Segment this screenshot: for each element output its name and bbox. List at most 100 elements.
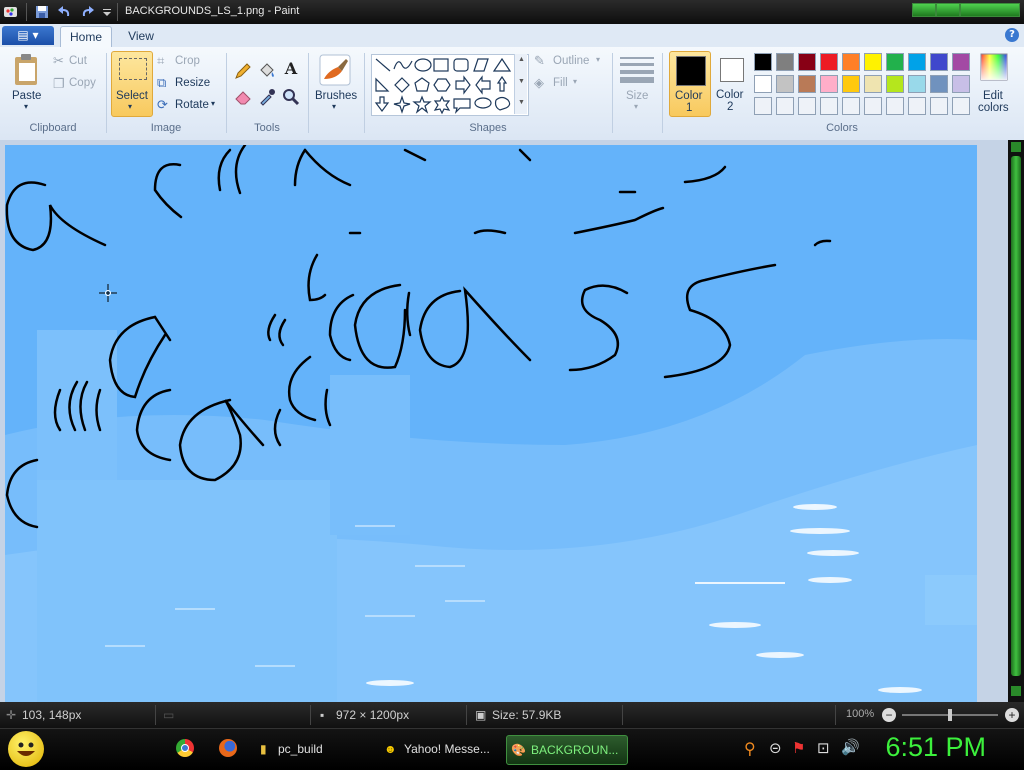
taskbar-item-yahoo-messenger[interactable]: ☻ Yahoo! Messe... bbox=[380, 735, 498, 763]
palette-swatch[interactable] bbox=[864, 53, 882, 71]
scrollbar-thumb[interactable] bbox=[1011, 156, 1021, 676]
save-icon[interactable] bbox=[34, 4, 50, 20]
messenger-tray-icon[interactable]: ⊝ bbox=[769, 739, 782, 757]
chrome-icon[interactable] bbox=[176, 739, 194, 757]
palette-swatch[interactable] bbox=[952, 75, 970, 93]
palette-swatch[interactable] bbox=[952, 97, 970, 115]
action-center-flag-icon[interactable]: ⚑ bbox=[792, 739, 805, 757]
palette-swatch[interactable] bbox=[754, 75, 772, 93]
canvas-workspace[interactable] bbox=[0, 140, 1008, 702]
paste-dropdown-icon[interactable]: ▾ bbox=[24, 102, 28, 111]
palette-swatch[interactable] bbox=[776, 53, 794, 71]
palette-swatch[interactable] bbox=[886, 53, 904, 71]
scroll-up-icon[interactable] bbox=[1011, 142, 1021, 152]
select-button[interactable]: Select ▾ bbox=[111, 51, 153, 117]
size-icon[interactable] bbox=[620, 55, 654, 83]
volume-icon[interactable]: 🔊 bbox=[841, 738, 860, 756]
chevron-down-icon[interactable]: ▼ bbox=[518, 78, 525, 85]
palette-swatch[interactable] bbox=[776, 97, 794, 115]
color2-button[interactable]: Color 2 bbox=[711, 51, 751, 115]
tab-view[interactable]: View bbox=[118, 26, 164, 47]
drawing-canvas[interactable] bbox=[5, 145, 977, 702]
palette-swatch[interactable] bbox=[798, 97, 816, 115]
scroll-down-icon[interactable] bbox=[1011, 686, 1021, 696]
customize-qa-dropdown-icon[interactable] bbox=[99, 4, 115, 20]
fill-bucket-icon[interactable] bbox=[257, 61, 277, 81]
edit-colors-label-2[interactable]: colors bbox=[978, 102, 1009, 114]
brushes-button[interactable]: Brushes bbox=[315, 90, 357, 102]
fill-button[interactable]: Fill bbox=[553, 77, 568, 89]
palette-swatch[interactable] bbox=[886, 97, 904, 115]
palette-swatch[interactable] bbox=[798, 53, 816, 71]
zoom-out-button[interactable]: − bbox=[882, 708, 896, 722]
palette-swatch[interactable] bbox=[930, 75, 948, 93]
chevron-up-icon[interactable]: ▲ bbox=[518, 56, 525, 63]
palette-swatch[interactable] bbox=[908, 75, 926, 93]
palette-swatch[interactable] bbox=[754, 97, 772, 115]
shapes-scroll[interactable]: ▲ ▼ ▼ bbox=[514, 54, 527, 114]
copy-button[interactable]: Copy bbox=[69, 77, 96, 89]
size-button[interactable]: Size bbox=[626, 90, 648, 102]
size-dropdown-icon[interactable]: ▾ bbox=[634, 102, 638, 111]
pencil-icon[interactable] bbox=[233, 61, 253, 81]
eraser-icon[interactable] bbox=[233, 87, 253, 107]
taskbar-item-pc-build[interactable]: ▮ pc_build bbox=[256, 735, 372, 763]
palette-swatch[interactable] bbox=[930, 53, 948, 71]
palette-swatch[interactable] bbox=[754, 53, 772, 71]
palette-swatch[interactable] bbox=[820, 75, 838, 93]
zoom-in-button[interactable]: + bbox=[1005, 708, 1019, 722]
start-button-smiley-icon[interactable] bbox=[8, 731, 44, 767]
palette-swatch[interactable] bbox=[908, 97, 926, 115]
fill-dropdown-icon[interactable]: ▾ bbox=[573, 77, 577, 86]
palette-swatch[interactable] bbox=[820, 53, 838, 71]
palette-swatch[interactable] bbox=[886, 75, 904, 93]
shapes-gallery[interactable] bbox=[371, 54, 529, 116]
network-icon[interactable]: ⊡ bbox=[817, 739, 830, 757]
palette-swatch[interactable] bbox=[908, 53, 926, 71]
rotate-button[interactable]: Rotate bbox=[175, 99, 209, 111]
close-button[interactable] bbox=[960, 3, 1020, 17]
palette-swatch[interactable] bbox=[930, 97, 948, 115]
zoom-slider-thumb[interactable] bbox=[948, 709, 952, 721]
rotate-dropdown-icon[interactable]: ▾ bbox=[211, 99, 215, 108]
paste-icon[interactable] bbox=[12, 53, 42, 87]
minimize-button[interactable] bbox=[912, 3, 936, 17]
undo-icon[interactable] bbox=[57, 4, 73, 20]
paint-menu-button[interactable]: ▤ ▾ bbox=[2, 26, 54, 45]
taskbar-item-paint[interactable]: 🎨 BACKGROUN... bbox=[506, 735, 628, 765]
edit-colors-icon[interactable] bbox=[980, 53, 1008, 81]
help-icon[interactable]: ? bbox=[1005, 28, 1019, 42]
resize-button[interactable]: Resize bbox=[175, 77, 210, 89]
brush-icon[interactable] bbox=[318, 53, 352, 87]
palette-swatch[interactable] bbox=[820, 97, 838, 115]
palette-swatch[interactable] bbox=[952, 53, 970, 71]
color1-button[interactable]: Color 1 bbox=[669, 51, 711, 117]
palette-swatch[interactable] bbox=[842, 97, 860, 115]
color-picker-icon[interactable] bbox=[257, 87, 277, 107]
magnifier-icon[interactable] bbox=[281, 87, 301, 107]
cut-button[interactable]: Cut bbox=[69, 55, 87, 67]
redo-icon[interactable] bbox=[79, 4, 95, 20]
firefox-icon[interactable] bbox=[219, 739, 237, 757]
palette-swatch[interactable] bbox=[842, 53, 860, 71]
palette-swatch[interactable] bbox=[864, 97, 882, 115]
paint-app-icon[interactable] bbox=[3, 4, 19, 20]
vertical-scrollbar[interactable] bbox=[1008, 140, 1024, 702]
palette-swatch[interactable] bbox=[864, 75, 882, 93]
text-tool-icon[interactable]: A bbox=[281, 59, 301, 79]
crop-button[interactable]: Crop bbox=[175, 55, 200, 67]
search-icon[interactable]: ⚲ bbox=[744, 739, 756, 758]
outline-dropdown-icon[interactable]: ▾ bbox=[596, 55, 600, 64]
edit-colors-label-1[interactable]: Edit bbox=[983, 90, 1003, 102]
palette-swatch[interactable] bbox=[842, 75, 860, 93]
more-shapes-icon[interactable]: ▼ bbox=[518, 99, 525, 106]
clock[interactable]: 6:51 PM bbox=[885, 732, 986, 763]
maximize-button[interactable] bbox=[936, 3, 960, 17]
outline-button[interactable]: Outline bbox=[553, 55, 589, 67]
palette-swatch[interactable] bbox=[776, 75, 794, 93]
paste-button[interactable]: Paste bbox=[12, 90, 41, 102]
folder-icon: ▮ bbox=[260, 742, 267, 756]
brushes-dropdown-icon[interactable]: ▾ bbox=[332, 102, 336, 111]
palette-swatch[interactable] bbox=[798, 75, 816, 93]
tab-home[interactable]: Home bbox=[60, 26, 112, 48]
